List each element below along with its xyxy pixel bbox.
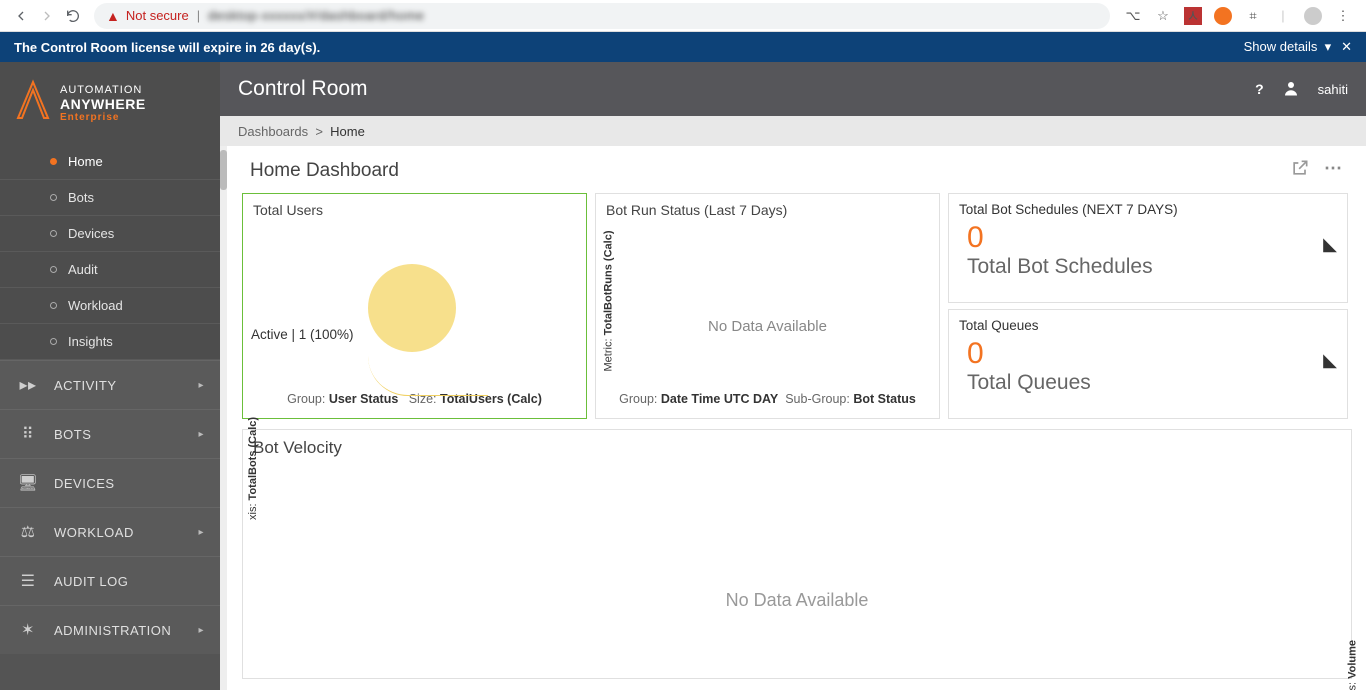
y-axis-label: Metric: TotalBotRuns (Calc): [600, 244, 616, 358]
widget-footer: Group: Date Time UTC DAY Sub-Group: Bot …: [596, 386, 939, 414]
widget-total-users[interactable]: Total Users Active | 1 (100%) Group: Use…: [242, 193, 587, 419]
dashboard-title: Home Dashboard: [250, 160, 399, 182]
help-icon[interactable]: ?: [1255, 81, 1264, 97]
url-text: desktop-xxxxxx/#/dashboard/home: [208, 8, 424, 23]
user-icon[interactable]: [1282, 79, 1300, 100]
kpi-icon: ◣: [1323, 234, 1337, 255]
sidebar-section-auditlog[interactable]: ☰AUDIT LOG: [0, 556, 220, 605]
chevron-right-icon: ▸: [198, 380, 204, 391]
extensions-divider: |: [1274, 7, 1292, 25]
logo-mark-icon: [14, 78, 52, 128]
no-data-label: No Data Available: [243, 590, 1351, 611]
license-message: The Control Room license will expire in …: [14, 40, 320, 55]
logo-text-3: Enterprise: [60, 112, 146, 123]
sidebar-item-home[interactable]: Home: [0, 144, 220, 180]
reload-button[interactable]: [60, 3, 86, 29]
widget-title: Bot Run Status (Last 7 Days): [596, 194, 939, 226]
kpi-value: 0: [959, 337, 1337, 371]
sidebar-item-bots[interactable]: Bots: [0, 180, 220, 216]
no-data-label: No Data Available: [596, 318, 939, 335]
close-banner-icon[interactable]: ✕: [1341, 39, 1352, 55]
logo-text-2: ANYWHERE: [60, 96, 146, 112]
widget-total-bot-schedules[interactable]: Total Bot Schedules (NEXT 7 DAYS) 0 Tota…: [948, 193, 1348, 303]
key-icon[interactable]: ⌥: [1124, 7, 1142, 25]
profile-avatar[interactable]: [1304, 7, 1322, 25]
workload-icon: ⚖: [16, 522, 40, 542]
sidebar: AUTOMATION ANYWHERE Enterprise Home Bots…: [0, 62, 220, 690]
gear-icon: ✶: [16, 620, 40, 640]
more-options-icon[interactable]: ⋯: [1324, 158, 1344, 183]
main-panel: Control Room ? sahiti Dashboards > Home …: [220, 62, 1366, 690]
scrollbar[interactable]: [220, 146, 227, 690]
chevron-right-icon: ▸: [198, 527, 204, 538]
sidebar-item-devices[interactable]: Devices: [0, 216, 220, 252]
sidebar-item-workload[interactable]: Workload: [0, 288, 220, 324]
back-button[interactable]: [8, 3, 34, 29]
widget-title: Total Bot Schedules (NEXT 7 DAYS): [959, 200, 1337, 221]
extension-icon[interactable]: [1214, 7, 1232, 25]
widget-bot-velocity[interactable]: Bot Velocity xis: TotalBots (Calc) Y2 Ax…: [242, 429, 1352, 679]
widget-title: Bot Velocity: [243, 430, 1351, 466]
sidebar-section-administration[interactable]: ✶ADMINISTRATION▸: [0, 605, 220, 654]
not-secure-label: Not secure: [126, 8, 189, 23]
browser-extensions: ⌥ ☆ 人 ⌗ | ⋮: [1118, 7, 1358, 25]
breadcrumb: Dashboards > Home: [220, 116, 1366, 146]
widget-title: Total Users: [243, 194, 586, 226]
devices-icon: 🖥: [16, 473, 40, 493]
sidebar-item-insights[interactable]: Insights: [0, 324, 220, 360]
username-label[interactable]: sahiti: [1318, 82, 1348, 97]
browser-menu-icon[interactable]: ⋮: [1334, 7, 1352, 25]
auditlog-icon: ☰: [16, 571, 40, 591]
widget-bot-run-status[interactable]: Bot Run Status (Last 7 Days) Metric: Tot…: [595, 193, 940, 419]
app-header: Control Room ? sahiti: [220, 62, 1366, 116]
warning-icon: ▲: [106, 8, 120, 24]
forward-button[interactable]: [34, 3, 60, 29]
address-bar[interactable]: ▲ Not secure | desktop-xxxxxx/#/dashboar…: [94, 3, 1110, 29]
y-axis-right-label: Y2 Axis: Volume: [1347, 640, 1359, 690]
pdf-extension-icon[interactable]: 人: [1184, 7, 1202, 25]
sidebar-item-audit[interactable]: Audit: [0, 252, 220, 288]
breadcrumb-current: Home: [330, 124, 365, 139]
bots-icon: ⠿: [16, 424, 40, 444]
content-area: Home Dashboard ⋯ Total Users Active | 1 …: [220, 146, 1366, 690]
sidebar-section-workload[interactable]: ⚖WORKLOAD▸: [0, 507, 220, 556]
star-icon[interactable]: ☆: [1154, 7, 1172, 25]
widget-total-queues[interactable]: Total Queues 0 Total Queues ◣: [948, 309, 1348, 419]
license-banner: The Control Room license will expire in …: [0, 32, 1366, 62]
pie-slice-active: [368, 264, 456, 352]
widget-title: Total Queues: [959, 316, 1337, 337]
chevron-right-icon: ▸: [198, 625, 204, 636]
sidebar-dashboards-submenu: Home Bots Devices Audit Workload Insight…: [0, 144, 220, 360]
app-logo: AUTOMATION ANYWHERE Enterprise: [0, 62, 220, 144]
chevron-right-icon: ▸: [198, 429, 204, 440]
logo-text-1: AUTOMATION: [60, 84, 146, 96]
sidebar-section-activity[interactable]: ▸▸ACTIVITY▸: [0, 360, 220, 409]
kpi-value: 0: [959, 221, 1337, 255]
sidebar-section-devices[interactable]: 🖥DEVICES: [0, 458, 220, 507]
sidebar-section-bots[interactable]: ⠿BOTS▸: [0, 409, 220, 458]
kpi-label: Total Queues: [959, 371, 1337, 395]
activity-icon: ▸▸: [16, 375, 40, 395]
pie-legend: Active | 1 (100%): [251, 327, 354, 342]
show-details-link[interactable]: Show details ▾: [1244, 39, 1331, 55]
kpi-icon: ◣: [1323, 350, 1337, 371]
open-external-icon[interactable]: [1290, 158, 1310, 183]
browser-toolbar: ▲ Not secure | desktop-xxxxxx/#/dashboar…: [0, 0, 1366, 32]
kpi-label: Total Bot Schedules: [959, 255, 1337, 279]
breadcrumb-root[interactable]: Dashboards: [238, 124, 308, 139]
y-axis-left-label: xis: TotalBots (Calc): [247, 417, 259, 520]
page-title: Control Room: [238, 77, 368, 101]
crop-extension-icon[interactable]: ⌗: [1244, 7, 1262, 25]
